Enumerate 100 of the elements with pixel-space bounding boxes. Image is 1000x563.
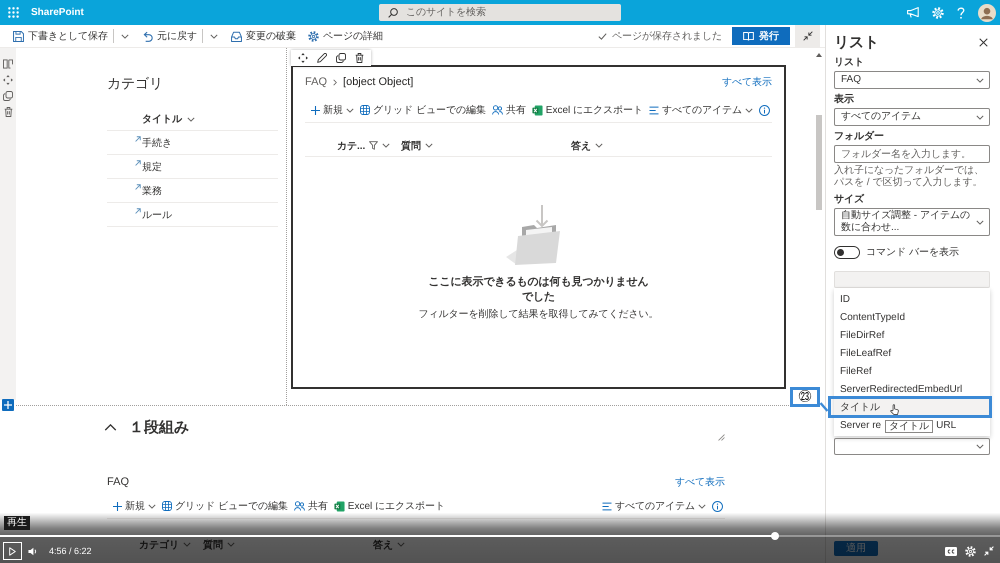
dropdown[interactable]: すべてのアイテム: [834, 108, 990, 126]
new-button[interactable]: 新規: [113, 498, 156, 514]
breadcrumb-current: [object Object]: [343, 76, 414, 88]
field-label: リスト: [834, 57, 864, 69]
dropdown[interactable]: FAQ: [834, 71, 990, 89]
save-draft-button[interactable]: 下書きとして保存: [10, 27, 111, 45]
collapse-button[interactable]: [795, 25, 820, 47]
empty-state-title: ここに表示できるものは何も見つかりませんでした: [428, 275, 650, 305]
annotation-connector: [820, 402, 828, 412]
toggle-switch[interactable]: [834, 246, 860, 258]
dropdown[interactable]: 自動サイズ調整 - アイテムの数に合わせ...: [834, 208, 990, 236]
list-item-link[interactable]: ルール: [142, 208, 172, 222]
dropdown-option[interactable]: FileDirRef: [834, 326, 990, 344]
share-button[interactable]: 共有: [492, 102, 526, 118]
grid-edit-button[interactable]: グリッド ビューでの編集: [162, 498, 288, 514]
see-all-link[interactable]: すべて表示: [675, 475, 725, 489]
column-header[interactable]: 答え: [571, 138, 603, 152]
column-header[interactable]: カテ...: [337, 138, 390, 152]
view-selector[interactable]: すべてのアイテム: [649, 102, 754, 118]
speaker-icon[interactable]: [28, 546, 37, 556]
avatar-icon[interactable]: [978, 4, 996, 22]
list-icon: [649, 106, 660, 114]
publish-button[interactable]: 発行: [732, 27, 790, 45]
text-field[interactable]: フォルダー名を入力します。: [834, 145, 990, 163]
resize-handle-icon[interactable]: [718, 434, 725, 441]
export-button[interactable]: Excel にエクスポート: [532, 102, 644, 118]
app-launcher-icon[interactable]: [8, 7, 19, 18]
chevron-down-icon: [745, 108, 754, 112]
copy-icon[interactable]: [336, 53, 346, 63]
web-part-title: FAQ: [107, 476, 130, 488]
chevron-right-icon: [333, 78, 338, 86]
plus-icon: [113, 502, 122, 510]
move-icon[interactable]: [298, 53, 308, 63]
breadcrumb-link[interactable]: FAQ: [305, 76, 328, 88]
share-button[interactable]: 共有: [294, 498, 328, 514]
step-number: ㉓: [790, 387, 820, 407]
web-part-title: カテゴリ: [107, 74, 163, 92]
list-item-link[interactable]: 業務: [142, 184, 162, 198]
toggle-label: コマンド バーを表示: [866, 246, 959, 259]
hand-cursor-icon: [890, 404, 899, 415]
list-item-link[interactable]: 手続き: [142, 136, 172, 150]
undo-button[interactable]: 元に戻す: [139, 27, 200, 45]
chevron-up-icon[interactable]: [104, 424, 117, 430]
field-label: サイズ: [834, 194, 864, 206]
dropdown-option[interactable]: ContentTypeId: [834, 308, 990, 326]
field-label: フォルダー: [834, 131, 884, 143]
search-field[interactable]: このサイトを検索: [379, 4, 621, 21]
people-icon: [492, 105, 503, 115]
chevron-down-icon: [227, 542, 235, 547]
page-details-button[interactable]: ページの詳細: [305, 27, 386, 45]
dropdown-option[interactable]: FileRef: [834, 362, 990, 380]
play-button[interactable]: [3, 542, 22, 560]
dropdown-option[interactable]: FileLeafRef: [834, 344, 990, 362]
plus-icon: [4, 401, 12, 409]
collapse-icon: [802, 31, 812, 41]
copy-icon[interactable]: [3, 91, 13, 101]
spreadsheet-icon: [532, 104, 543, 116]
dropdown-option[interactable]: ID: [834, 290, 990, 308]
chevron-down-icon: [698, 504, 706, 508]
chevron-down-icon: [397, 542, 405, 547]
chevron-down-icon: [595, 143, 603, 148]
dropdown-option[interactable]: Server re: [834, 416, 882, 434]
new-button[interactable]: 新規: [311, 102, 354, 118]
see-all-link[interactable]: すべて表示: [722, 75, 772, 89]
chevron-down-icon: [121, 34, 129, 38]
section-layout-icon[interactable]: [3, 59, 13, 69]
settings-icon[interactable]: [965, 546, 976, 556]
add-section-button[interactable]: [2, 399, 14, 411]
chevron-down-icon: [148, 504, 156, 508]
search-icon: [388, 8, 398, 18]
progress-thumb[interactable]: [771, 532, 779, 540]
delete-icon[interactable]: [355, 53, 364, 63]
column-header[interactable]: タイトル: [142, 112, 195, 126]
info-icon[interactable]: [712, 500, 723, 512]
combo-box-field[interactable]: [834, 271, 990, 288]
edit-icon[interactable]: [317, 53, 327, 63]
time-display: 4:56 / 6:22: [49, 546, 92, 556]
tooltip: 再生: [4, 516, 30, 530]
view-selector[interactable]: すべてのアイテム: [602, 498, 706, 514]
export-button[interactable]: Excel にエクスポート: [334, 498, 446, 514]
scroll-up-arrow-icon[interactable]: [816, 53, 822, 57]
megaphone-icon[interactable]: [907, 7, 919, 18]
discard-changes-button[interactable]: 変更の破棄: [228, 27, 299, 45]
delete-icon[interactable]: [4, 107, 12, 117]
info-icon[interactable]: [759, 104, 770, 116]
column-header[interactable]: 質問: [401, 138, 433, 152]
dropdown-option[interactable]: ServerRedirectedEmbedUrl: [834, 380, 990, 398]
chevron-down-icon: [976, 444, 984, 449]
dropdown[interactable]: [834, 438, 990, 455]
move-icon[interactable]: [3, 75, 13, 85]
dropdown-option[interactable]: URL: [933, 416, 990, 434]
play-icon: [9, 546, 16, 556]
chevron-down-icon: [382, 143, 390, 148]
grid-icon: [360, 105, 370, 115]
list-item-link[interactable]: 規定: [142, 160, 162, 174]
exit-fullscreen-icon[interactable]: [984, 546, 994, 556]
check-icon: [598, 32, 607, 40]
grid-edit-button[interactable]: グリッド ビューでの編集: [360, 102, 486, 118]
scrollbar-thumb[interactable]: [816, 115, 822, 210]
help-icon[interactable]: [957, 6, 965, 18]
